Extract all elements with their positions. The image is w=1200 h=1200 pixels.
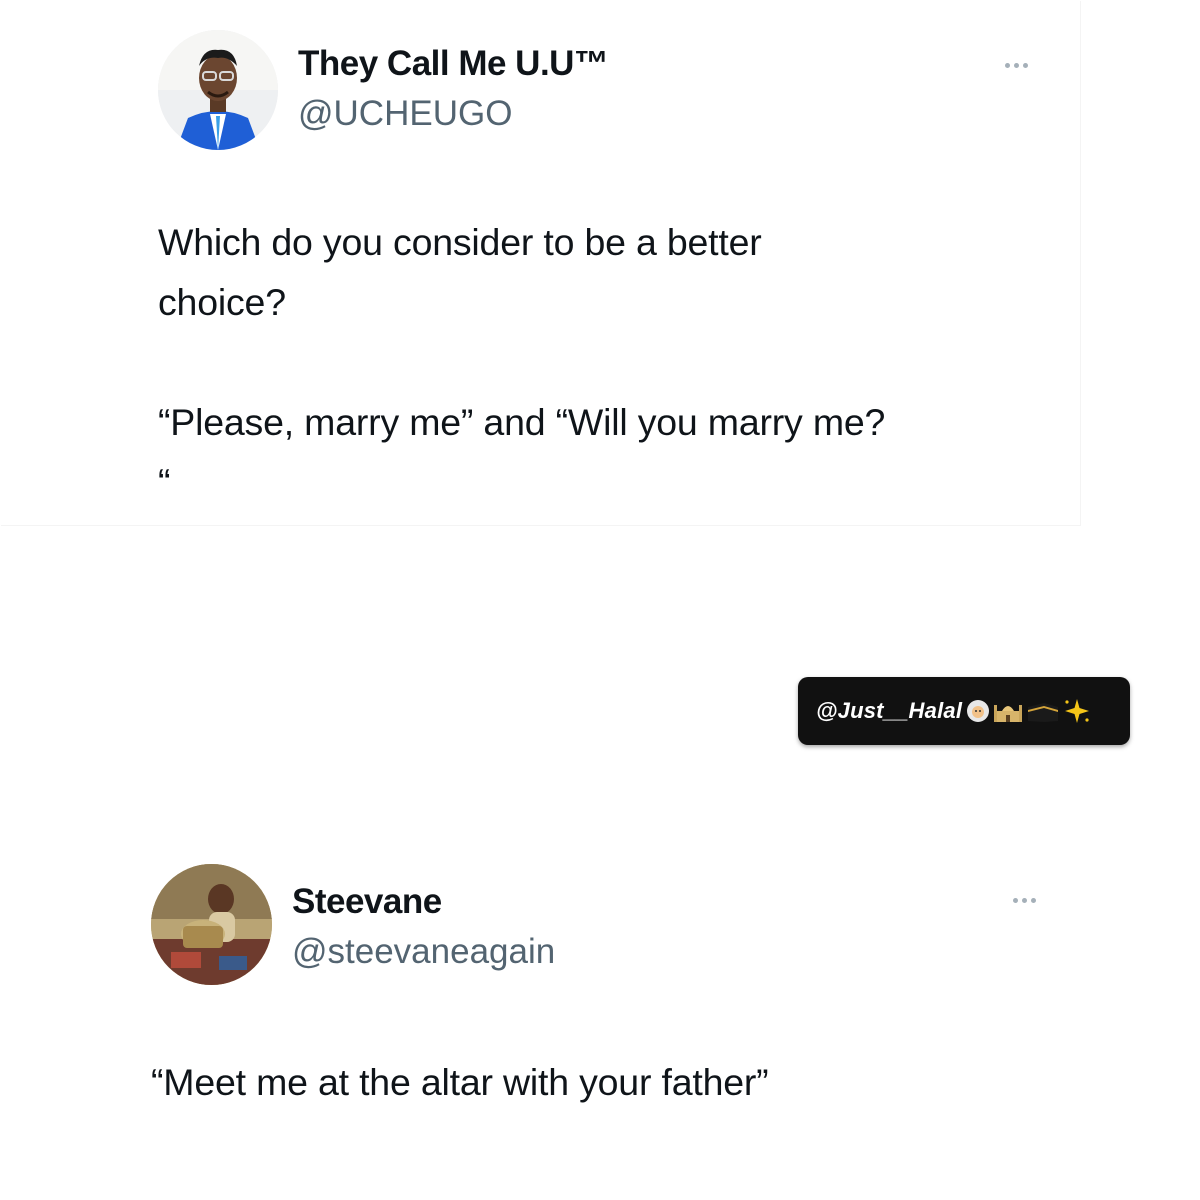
ellipsis-icon[interactable]: [1005, 59, 1028, 71]
user-handle[interactable]: @steevaneagain: [292, 932, 555, 972]
watermark-emoji-group: [966, 698, 1091, 724]
display-name[interactable]: They Call Me U.U™: [298, 44, 609, 84]
avatar[interactable]: [151, 864, 272, 985]
mosque-emoji-icon: [994, 705, 1023, 722]
tweet-text: “Meet me at the altar with your father”: [151, 1061, 769, 1103]
screenshot-page: They Call Me U.U™ @UCHEUGO Which do you …: [0, 0, 1200, 1200]
tweet-text: Which do you consider to be a better cho…: [158, 221, 886, 503]
woman-with-headscarf-emoji-icon: [967, 700, 990, 722]
tweet-card[interactable]: Steevane @steevaneagain “Meet me at the …: [0, 850, 1200, 1200]
sparkle-emoji-icon: [1065, 699, 1090, 723]
display-name[interactable]: Steevane: [292, 882, 442, 922]
watermark-text: @Just__Halal: [816, 698, 963, 723]
avatar[interactable]: [158, 30, 278, 150]
kaaba-emoji-icon: [1028, 703, 1059, 722]
profile-photo-icon: [151, 864, 272, 985]
user-handle[interactable]: @UCHEUGO: [298, 94, 512, 134]
watermark-badge: @Just__Halal: [798, 677, 1130, 745]
ellipsis-icon[interactable]: [1013, 894, 1036, 906]
tweet-card[interactable]: They Call Me U.U™ @UCHEUGO Which do you …: [0, 0, 1080, 525]
profile-photo-icon: [158, 30, 278, 150]
